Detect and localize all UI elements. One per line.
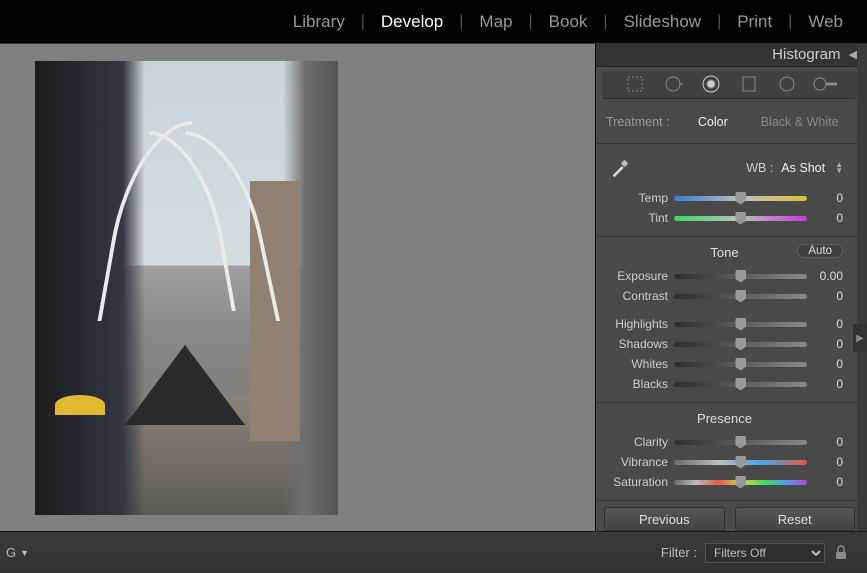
exposure-slider[interactable] bbox=[674, 274, 807, 279]
highlights-slider[interactable] bbox=[674, 322, 807, 327]
vibrance-slider[interactable] bbox=[674, 460, 807, 465]
tint-value[interactable]: 0 bbox=[813, 211, 843, 225]
vibrance-value[interactable]: 0 bbox=[813, 455, 843, 469]
treatment-color[interactable]: Color bbox=[669, 115, 756, 129]
panel-buttons: Previous Reset bbox=[596, 501, 867, 531]
highlights-label: Highlights bbox=[606, 317, 668, 331]
redeye-tool-icon[interactable] bbox=[698, 71, 724, 97]
radial-filter-icon[interactable] bbox=[774, 71, 800, 97]
image-canvas[interactable] bbox=[0, 44, 596, 531]
nav-print[interactable]: Print bbox=[737, 12, 772, 32]
vibrance-label: Vibrance bbox=[606, 455, 668, 469]
temp-slider[interactable] bbox=[674, 196, 807, 201]
nav-sep: | bbox=[459, 13, 463, 31]
treatment-label: Treatment : bbox=[606, 115, 669, 129]
clarity-slider[interactable] bbox=[674, 440, 807, 445]
eyedropper-icon[interactable] bbox=[606, 154, 634, 182]
wb-label: WB : bbox=[746, 161, 773, 175]
main-area: Histogram ◀ Treatment : Color Black & Wh… bbox=[0, 43, 867, 531]
whites-slider[interactable] bbox=[674, 362, 807, 367]
nav-sep: | bbox=[603, 13, 607, 31]
nav-web[interactable]: Web bbox=[808, 12, 843, 32]
auto-tone-button[interactable]: Auto bbox=[797, 244, 843, 258]
clarity-label: Clarity bbox=[606, 435, 668, 449]
crop-tool-icon[interactable] bbox=[622, 71, 648, 97]
whites-label: Whites bbox=[606, 357, 668, 371]
adjustment-brush-icon[interactable] bbox=[812, 71, 838, 97]
nav-library[interactable]: Library bbox=[293, 12, 345, 32]
nav-sep: | bbox=[717, 13, 721, 31]
shadows-label: Shadows bbox=[606, 337, 668, 351]
treatment-bw[interactable]: Black & White bbox=[756, 115, 843, 129]
panel-expand-icon[interactable]: ▶ bbox=[853, 324, 867, 352]
nav-book[interactable]: Book bbox=[549, 12, 588, 32]
nav-slideshow[interactable]: Slideshow bbox=[624, 12, 702, 32]
panel-scrollbar[interactable] bbox=[857, 44, 867, 531]
exposure-value[interactable]: 0.00 bbox=[813, 269, 843, 283]
blacks-label: Blacks bbox=[606, 377, 668, 391]
contrast-value[interactable]: 0 bbox=[813, 289, 843, 303]
lock-icon[interactable] bbox=[833, 545, 849, 561]
presence-section: Presence Clarity 0 Vibrance 0 Saturation… bbox=[596, 403, 857, 501]
saturation-slider[interactable] bbox=[674, 480, 807, 485]
wb-value[interactable]: As Shot bbox=[781, 161, 825, 175]
tone-heading: Tone bbox=[710, 245, 738, 260]
sort-label: G bbox=[6, 545, 16, 560]
reset-button[interactable]: Reset bbox=[735, 507, 856, 531]
histogram-label: Histogram bbox=[772, 46, 840, 63]
shadows-value[interactable]: 0 bbox=[813, 337, 843, 351]
temp-label: Temp bbox=[606, 191, 668, 205]
clarity-value[interactable]: 0 bbox=[813, 435, 843, 449]
nav-develop[interactable]: Develop bbox=[381, 12, 443, 32]
whites-value[interactable]: 0 bbox=[813, 357, 843, 371]
presence-heading: Presence bbox=[697, 411, 752, 426]
tint-label: Tint bbox=[606, 211, 668, 225]
saturation-label: Saturation bbox=[606, 475, 668, 489]
tint-slider[interactable] bbox=[674, 216, 807, 221]
tone-section: Tone Auto Exposure 0.00 Contrast 0 Highl… bbox=[596, 237, 857, 403]
highlights-value[interactable]: 0 bbox=[813, 317, 843, 331]
wb-dropdown-icon[interactable]: ▲▼ bbox=[835, 162, 843, 174]
histogram-header[interactable]: Histogram ◀ bbox=[596, 44, 867, 67]
saturation-value[interactable]: 0 bbox=[813, 475, 843, 489]
collapse-left-icon[interactable]: ◀ bbox=[849, 48, 857, 61]
shadows-slider[interactable] bbox=[674, 342, 807, 347]
nav-map[interactable]: Map bbox=[479, 12, 512, 32]
sort-menu[interactable]: G ▼ bbox=[6, 545, 29, 560]
exposure-label: Exposure bbox=[606, 269, 668, 283]
blacks-value[interactable]: 0 bbox=[813, 377, 843, 391]
contrast-label: Contrast bbox=[606, 289, 668, 303]
chevron-down-icon: ▼ bbox=[20, 548, 29, 558]
nav-sep: | bbox=[788, 13, 792, 31]
blacks-slider[interactable] bbox=[674, 382, 807, 387]
previous-button[interactable]: Previous bbox=[604, 507, 725, 531]
tool-strip bbox=[602, 71, 857, 99]
graduated-filter-icon[interactable] bbox=[736, 71, 762, 97]
filter-label: Filter : bbox=[661, 545, 697, 560]
nav-sep: | bbox=[529, 13, 533, 31]
spot-removal-icon[interactable] bbox=[660, 71, 686, 97]
nav-sep: | bbox=[361, 13, 365, 31]
wb-section: WB : As Shot ▲▼ Temp 0 Tint 0 bbox=[596, 144, 857, 237]
develop-panel: Histogram ◀ Treatment : Color Black & Wh… bbox=[596, 44, 867, 531]
contrast-slider[interactable] bbox=[674, 294, 807, 299]
photo-preview bbox=[35, 61, 338, 515]
filter-select[interactable]: Filters Off bbox=[705, 543, 825, 563]
temp-value[interactable]: 0 bbox=[813, 191, 843, 205]
filmstrip-toolbar: G ▼ Filter : Filters Off bbox=[0, 531, 867, 573]
treatment-section: Treatment : Color Black & White bbox=[596, 103, 857, 144]
module-nav: Library | Develop | Map | Book | Slidesh… bbox=[0, 0, 867, 43]
